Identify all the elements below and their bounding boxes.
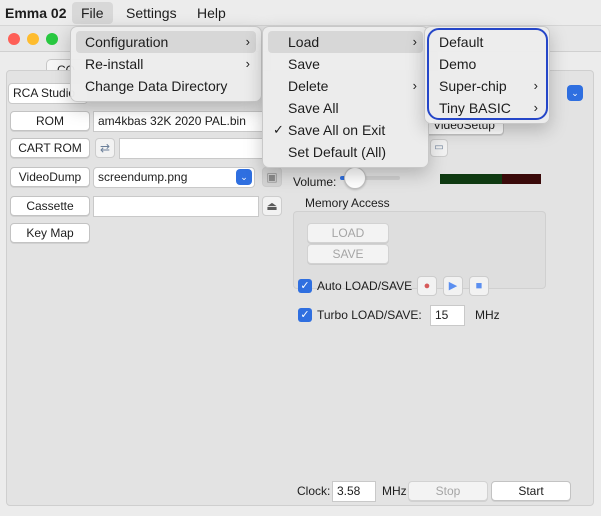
menu-item-label: Re-install	[85, 56, 144, 72]
menu-item-save-all-on-exit[interactable]: ✓ Save All on Exit	[268, 119, 423, 141]
menu-item-label: Super-chip	[439, 78, 507, 94]
videodump-button[interactable]: VideoDump	[10, 167, 90, 187]
turbo-load-save-label: Turbo LOAD/SAVE:	[317, 308, 422, 322]
monitor-icon[interactable]: ▭	[430, 139, 448, 157]
menu-item-load[interactable]: Load ›	[268, 31, 423, 53]
menu-item-configuration[interactable]: Configuration ›	[76, 31, 256, 53]
auto-load-save-checkbox[interactable]: ✓	[298, 279, 312, 293]
volume-label: Volume:	[293, 175, 337, 189]
menu-item-label: Load	[288, 34, 320, 50]
menu-item-tiny-basic[interactable]: Tiny BASIC ›	[430, 97, 544, 119]
menu-item-delete[interactable]: Delete ›	[268, 75, 423, 97]
stop-icon[interactable]: ■	[469, 276, 489, 296]
menu-item-reinstall[interactable]: Re-install ›	[76, 53, 256, 75]
memory-load-button[interactable]: LOAD	[307, 223, 389, 243]
clock-unit-label: MHz	[382, 484, 407, 498]
chevron-right-icon: ›	[533, 78, 538, 93]
play-icon[interactable]: ▶	[443, 276, 463, 296]
menu-item-label: Demo	[439, 56, 477, 72]
menu-item-label: Save All on Exit	[288, 122, 386, 138]
menu-item-default[interactable]: Default	[430, 31, 544, 53]
chevron-right-icon: ›	[412, 78, 417, 93]
videodump-field[interactable]: screendump.png	[93, 167, 255, 188]
start-button[interactable]: Start	[491, 481, 571, 501]
menu-item-label: Configuration	[85, 34, 169, 50]
load-submenu: Default Demo Super-chip › Tiny BASIC ›	[424, 26, 550, 124]
videodump-dropdown-icon[interactable]: ⌄	[236, 169, 252, 185]
checkmark-icon: ✓	[273, 122, 284, 137]
stop-button[interactable]: Stop	[408, 481, 488, 501]
zoom-window-icon[interactable]	[46, 33, 58, 45]
menu-item-change-data-directory[interactable]: Change Data Directory	[76, 75, 256, 97]
rom-button[interactable]: ROM	[10, 111, 90, 131]
chevron-right-icon: ›	[412, 34, 417, 49]
cassette-button[interactable]: Cassette	[10, 196, 90, 216]
clock-field[interactable]: 3.58	[332, 481, 376, 502]
menu-item-label: Tiny BASIC	[439, 100, 511, 116]
menu-help[interactable]: Help	[188, 2, 235, 24]
menu-item-label: Save All	[288, 100, 339, 116]
swap-icon[interactable]: ⇄	[95, 138, 115, 158]
eject-icon[interactable]: ⏏	[262, 196, 282, 216]
cart-rom-button[interactable]: CART ROM	[10, 138, 90, 158]
memory-save-button[interactable]: SAVE	[307, 244, 389, 264]
clock-label: Clock:	[297, 484, 331, 498]
volume-meter-right	[502, 174, 541, 184]
menu-item-super-chip[interactable]: Super-chip ›	[430, 75, 544, 97]
volume-meter	[440, 174, 541, 184]
memory-access-title: Memory Access	[305, 196, 390, 210]
menu-item-set-default-all[interactable]: Set Default (All)	[268, 141, 423, 163]
turbo-speed-field[interactable]: 15	[430, 305, 465, 326]
key-map-button[interactable]: Key Map	[10, 223, 90, 243]
menu-item-save-all[interactable]: Save All	[268, 97, 423, 119]
auto-load-save-label: Auto LOAD/SAVE	[317, 279, 413, 293]
cassette-field[interactable]	[93, 196, 259, 217]
app-menu[interactable]: Emma 02	[0, 2, 75, 24]
file-menu: Configuration › Re-install › Change Data…	[70, 26, 262, 102]
menu-file[interactable]: File	[72, 2, 113, 24]
record-icon[interactable]: ●	[417, 276, 437, 296]
menu-item-label: Set Default (All)	[288, 144, 387, 160]
menu-settings[interactable]: Settings	[117, 2, 186, 24]
menu-item-label: Save	[288, 56, 320, 72]
dropdown-arrow-icon[interactable]: ⌄	[567, 85, 583, 101]
configuration-submenu: Load › Save Delete › Save All ✓ Save All…	[262, 26, 429, 168]
menu-item-label: Change Data Directory	[85, 78, 228, 94]
menu-item-save[interactable]: Save	[268, 53, 423, 75]
minimize-window-icon[interactable]	[27, 33, 39, 45]
volume-slider-knob[interactable]	[344, 167, 366, 189]
save-disk-icon[interactable]: ▣	[262, 167, 282, 187]
turbo-unit-label: MHz	[475, 308, 500, 322]
close-window-icon[interactable]	[8, 33, 20, 45]
rom-field[interactable]: am4kbas 32K 2020 PAL.bin	[93, 111, 263, 132]
chevron-right-icon: ›	[533, 100, 538, 115]
turbo-load-save-checkbox[interactable]: ✓	[298, 308, 312, 322]
menu-item-demo[interactable]: Demo	[430, 53, 544, 75]
menu-item-label: Delete	[288, 78, 329, 94]
chevron-right-icon: ›	[245, 56, 250, 71]
menu-item-label: Default	[439, 34, 484, 50]
volume-meter-left	[440, 174, 502, 184]
menu-bar: Emma 02 File Settings Help	[0, 0, 601, 26]
cart-rom-field[interactable]	[119, 138, 263, 159]
chevron-right-icon: ›	[245, 34, 250, 49]
